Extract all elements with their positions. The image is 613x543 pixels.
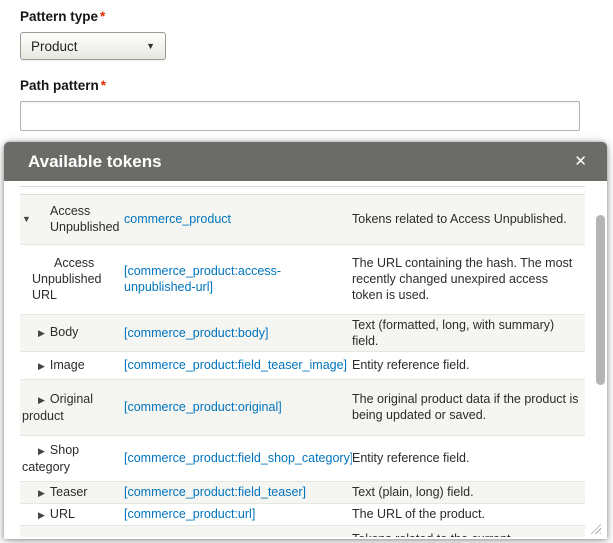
token-description: Entity reference field.	[352, 358, 470, 372]
token-row-access-unpublished: ▼ Access Unpublished commerce_product To…	[20, 194, 585, 245]
token-desc-cell: Entity reference field.	[352, 351, 585, 380]
token-name: Access Unpublished	[50, 204, 120, 234]
token-description: Text (plain, long) field.	[352, 485, 474, 499]
token-link[interactable]: [commerce_product:field_teaser]	[124, 485, 306, 499]
token-name-cell[interactable]: ▶ Original product	[20, 379, 124, 436]
close-icon[interactable]: ✕	[572, 152, 589, 171]
token-name: URL	[49, 506, 75, 521]
required-asterisk: *	[100, 78, 107, 93]
pathauto-form: Pattern type* Product ▼ Path pattern* Br…	[0, 0, 613, 158]
token-row-url: ▶ URL [commerce_product:url] The URL of t…	[20, 503, 585, 526]
expand-toggle-icon[interactable]: ▶	[38, 395, 45, 405]
token-name-cell[interactable]: ▼ Access Unpublished	[20, 194, 124, 245]
token-description: Tokens related to Access Unpublished.	[352, 212, 567, 226]
token-name: Image	[49, 357, 85, 372]
token-value-cell: [commerce_product:original]	[124, 379, 352, 436]
token-name-cell[interactable]: ▶ URL	[20, 503, 124, 526]
dialog-header[interactable]: Available tokens ✕	[4, 142, 607, 181]
pattern-type-label-text: Pattern type	[20, 9, 99, 24]
token-name-cell	[20, 525, 124, 537]
token-link[interactable]: [commerce_product:access-unpublished-url…	[124, 264, 281, 294]
token-desc-cell: The URL containing the hash. The most re…	[352, 244, 585, 315]
token-description: The original product data if the product…	[352, 392, 579, 422]
path-pattern-label-text: Path pattern	[20, 78, 99, 93]
token-desc-cell: Tokens related to Access Unpublished.	[352, 194, 585, 245]
token-name: Original product	[22, 391, 93, 423]
token-value-cell: [commerce_product:field_teaser_image]	[124, 351, 352, 380]
token-description: The URL of the product.	[352, 507, 485, 521]
token-name-cell[interactable]: ▶ Shop category	[20, 435, 124, 482]
token-name: Teaser	[49, 484, 88, 499]
expand-toggle-icon[interactable]: ▶	[38, 510, 45, 520]
token-name: Access Unpublished URL	[32, 256, 102, 302]
token-tree-scroll-area[interactable]: ▼ Access Unpublished commerce_product To…	[20, 186, 585, 537]
token-row-clipped-bottom: Tokens related to the current	[20, 525, 585, 537]
token-name: Body	[49, 325, 79, 339]
token-value-cell: commerce_product	[124, 194, 352, 245]
token-link[interactable]: [commerce_product:url]	[124, 507, 255, 521]
token-row-image: ▶ Image [commerce_product:field_teaser_im…	[20, 351, 585, 380]
token-description: Tokens related to the current	[352, 532, 510, 538]
expand-toggle-icon[interactable]: ▶	[38, 488, 45, 498]
token-description: Entity reference field.	[352, 451, 470, 465]
scrollbar-thumb[interactable]	[596, 215, 605, 385]
pattern-type-label: Pattern type *	[20, 8, 593, 25]
token-table: ▼ Access Unpublished commerce_product To…	[20, 187, 585, 537]
token-value-cell: [commerce_product:url]	[124, 503, 352, 526]
clipped-row	[20, 187, 585, 195]
token-link[interactable]: commerce_product	[124, 212, 231, 226]
expand-toggle-icon[interactable]: ▶	[38, 361, 45, 371]
token-description: Text (formatted, long, with summary) fie…	[352, 317, 555, 348]
token-description: The URL containing the hash. The most re…	[352, 256, 573, 302]
collapse-toggle-icon[interactable]: ▼	[22, 211, 31, 227]
select-dropdown-arrow-icon: ▼	[146, 41, 155, 51]
token-desc-cell: Text (plain, long) field.	[352, 481, 585, 504]
token-desc-cell: The original product data if the product…	[352, 379, 585, 436]
pattern-type-selected-value: Product	[31, 38, 78, 54]
token-value-cell: [commerce_product:access-unpublished-url…	[124, 244, 352, 315]
token-value-cell: [commerce_product:field_shop_category]	[124, 435, 352, 482]
pattern-type-select[interactable]: Product ▼	[20, 32, 166, 60]
token-desc-cell: The URL of the product.	[352, 503, 585, 526]
token-name-cell[interactable]: ▶ Image	[20, 351, 124, 380]
token-row-teaser: ▶ Teaser [commerce_product:field_teaser] …	[20, 481, 585, 504]
token-link[interactable]: [commerce_product:original]	[124, 400, 282, 414]
expand-toggle-icon[interactable]: ▶	[38, 328, 45, 338]
token-desc-cell: Tokens related to the current	[352, 525, 585, 537]
token-value-cell: [commerce_product:body]	[124, 314, 352, 352]
token-desc-cell: Entity reference field.	[352, 435, 585, 482]
token-link[interactable]: [commerce_product:field_teaser_image]	[124, 358, 347, 372]
expand-toggle-icon[interactable]: ▶	[38, 446, 45, 456]
token-link[interactable]: [commerce_product:field_shop_category]	[124, 451, 352, 465]
token-row-shop-category: ▶ Shop category [commerce_product:field_s…	[20, 435, 585, 482]
token-row-original-product: ▶ Original product [commerce_product:orig…	[20, 379, 585, 436]
token-value-cell	[124, 525, 352, 537]
token-name-cell[interactable]: ▶ Body	[20, 314, 124, 352]
path-pattern-input[interactable]	[20, 101, 580, 131]
available-tokens-dialog: Available tokens ✕ ▼ Access Unpublished …	[4, 142, 607, 539]
token-name-cell[interactable]: ▶ Teaser	[20, 481, 124, 504]
token-row-access-unpublished-url: Access Unpublished URL [commerce_product…	[20, 244, 585, 315]
dialog-title: Available tokens	[28, 151, 162, 171]
token-desc-cell: Text (formatted, long, with summary) fie…	[352, 314, 585, 352]
token-name-cell: Access Unpublished URL	[20, 244, 124, 315]
token-value-cell: [commerce_product:field_teaser]	[124, 481, 352, 504]
token-link[interactable]: [commerce_product:body]	[124, 326, 269, 340]
required-asterisk: *	[100, 9, 106, 24]
path-pattern-label: Path pattern *	[20, 77, 593, 94]
token-row-body: ▶ Body [commerce_product:body] Text (form…	[20, 314, 585, 352]
dialog-body: ▼ Access Unpublished commerce_product To…	[4, 181, 607, 539]
token-name: Shop category	[22, 442, 80, 474]
